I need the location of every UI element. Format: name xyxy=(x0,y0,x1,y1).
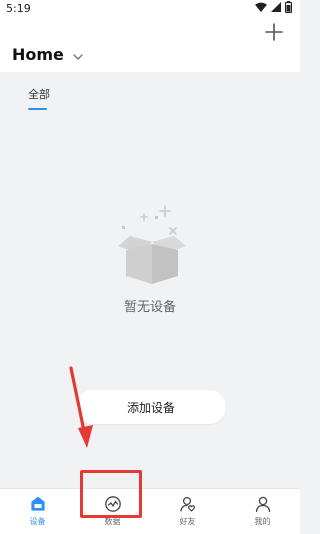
tab-active-indicator xyxy=(28,108,47,110)
tab-all[interactable]: 全部 xyxy=(28,86,50,102)
annotation-highlight-box xyxy=(80,470,142,518)
empty-message: 暂无设备 xyxy=(123,300,176,315)
screen: 5:19 Home 全部 暂无设备 添加设备 设备 数据 好友 我的 xyxy=(0,0,300,534)
plus-icon[interactable] xyxy=(264,22,284,42)
add-device-button[interactable]: 添加设备 xyxy=(76,390,226,424)
status-icons xyxy=(255,1,292,13)
nav-label-devices: 设备 xyxy=(29,517,46,526)
home-selector[interactable]: Home xyxy=(12,45,84,64)
status-time: 5:19 xyxy=(6,2,31,15)
device-home-icon xyxy=(30,496,45,511)
nav-label-friends: 好友 xyxy=(179,517,196,526)
battery-icon xyxy=(285,1,292,13)
chevron-down-icon xyxy=(73,53,83,60)
profile-icon xyxy=(255,496,270,513)
nav-item-profile[interactable]: 我的 xyxy=(225,489,300,534)
header: 5:19 Home xyxy=(0,0,300,72)
wifi-icon xyxy=(255,2,267,12)
home-title: Home xyxy=(12,45,64,64)
nav-item-friends[interactable]: 好友 xyxy=(150,489,225,534)
bottom-nav: 设备 数据 好友 我的 xyxy=(0,488,300,534)
add-device-label: 添加设备 xyxy=(126,400,175,415)
signal-icon xyxy=(271,1,281,12)
nav-label-profile: 我的 xyxy=(254,517,271,526)
empty-box-icon xyxy=(118,205,186,284)
nav-item-devices[interactable]: 设备 xyxy=(0,489,75,534)
friends-icon xyxy=(179,496,195,512)
tabs: 全部 xyxy=(0,86,300,110)
